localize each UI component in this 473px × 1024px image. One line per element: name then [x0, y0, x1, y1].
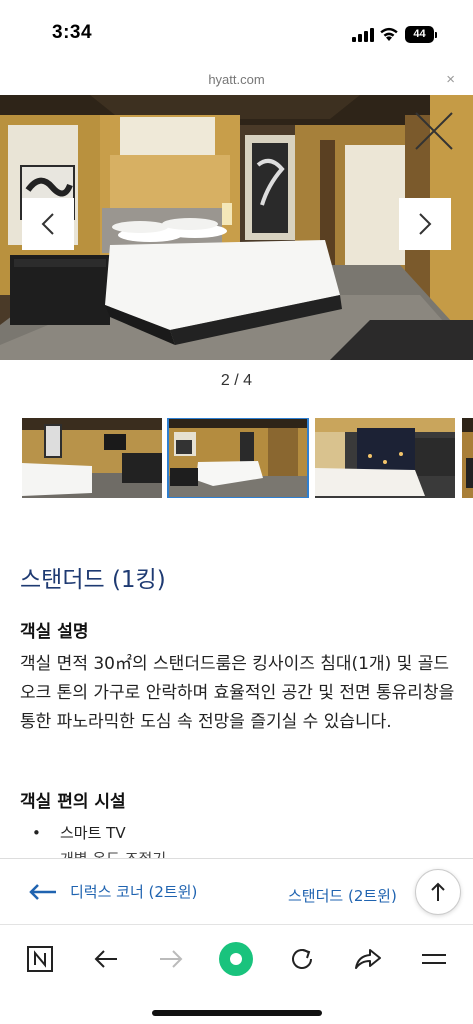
room-photo: [0, 95, 473, 360]
signal-icon: [352, 28, 374, 42]
thumbnail-4[interactable]: [462, 418, 473, 498]
chevron-right-icon: [419, 213, 432, 235]
gallery-next-button[interactable]: [399, 198, 451, 250]
thumbnail-1[interactable]: [22, 418, 162, 498]
menu-icon: [422, 954, 446, 964]
gallery-prev-button[interactable]: [22, 198, 74, 250]
prev-room-label[interactable]: 디럭스 코너 (2트윈): [70, 881, 197, 902]
share-button[interactable]: [348, 939, 388, 979]
reload-button[interactable]: [282, 939, 322, 979]
browser-toolbar: [0, 924, 473, 1024]
back-arrow-icon: [94, 950, 117, 968]
forward-arrow-icon: [160, 950, 183, 968]
green-dot-icon: [219, 942, 253, 976]
thumbnail-2-selected[interactable]: [167, 418, 309, 498]
close-icon: [415, 112, 453, 150]
room-description: 객실 면적 30㎡의 스탠더드룸은 킹사이즈 침대(1개) 및 골드 오크 톤의…: [20, 654, 455, 732]
amenity-label: 개별 온도 조절기: [60, 850, 166, 858]
status-time: 3:34: [52, 22, 93, 43]
arrow-up-icon: [431, 882, 445, 901]
url-bar[interactable]: hyatt.com ×: [0, 68, 473, 95]
status-bar: 3:34 44: [0, 0, 473, 68]
menu-button[interactable]: [414, 939, 454, 979]
thumbnail-strip[interactable]: [22, 418, 473, 498]
description-heading: 객실 설명: [20, 622, 89, 642]
room-navigation: 디럭스 코너 (2트윈) 스탠더드 (2트윈): [0, 858, 473, 924]
url-domain[interactable]: hyatt.com: [0, 72, 473, 87]
amenity-item-partial: 개별 온도 조절기: [60, 848, 166, 858]
amenity-item: • 스마트 TV: [32, 822, 126, 843]
naver-logo-icon: [27, 946, 53, 972]
wifi-icon: [379, 26, 399, 42]
bullet-icon: •: [32, 824, 41, 842]
home-indicator: [152, 1010, 322, 1016]
gallery-close-button[interactable]: [412, 109, 456, 153]
next-room-link[interactable]: 스탠더드 (2트윈): [288, 885, 397, 906]
amenity-label: 스마트 TV: [60, 824, 126, 842]
arrow-left-icon: [29, 883, 56, 900]
next-room-label[interactable]: 스탠더드 (2트윈): [288, 887, 397, 905]
prev-room-link[interactable]: 디럭스 코너 (2트윈): [28, 881, 197, 902]
green-dot-button[interactable]: [216, 939, 256, 979]
close-icon[interactable]: ×: [446, 71, 455, 88]
chevron-left-icon: [41, 213, 54, 235]
amenities-heading: 객실 편의 시설: [20, 792, 126, 812]
naver-home-button[interactable]: [20, 939, 60, 979]
scroll-to-top-button[interactable]: [415, 869, 461, 915]
gallery-counter: 2 / 4: [220, 372, 253, 389]
share-icon: [355, 949, 381, 969]
room-title: 스탠더드 (1킹): [20, 567, 166, 593]
thumbnail-3[interactable]: [315, 418, 455, 498]
back-button[interactable]: [86, 939, 126, 979]
battery-icon: 44: [405, 26, 437, 43]
forward-button[interactable]: [151, 939, 191, 979]
reload-icon: [292, 949, 312, 969]
